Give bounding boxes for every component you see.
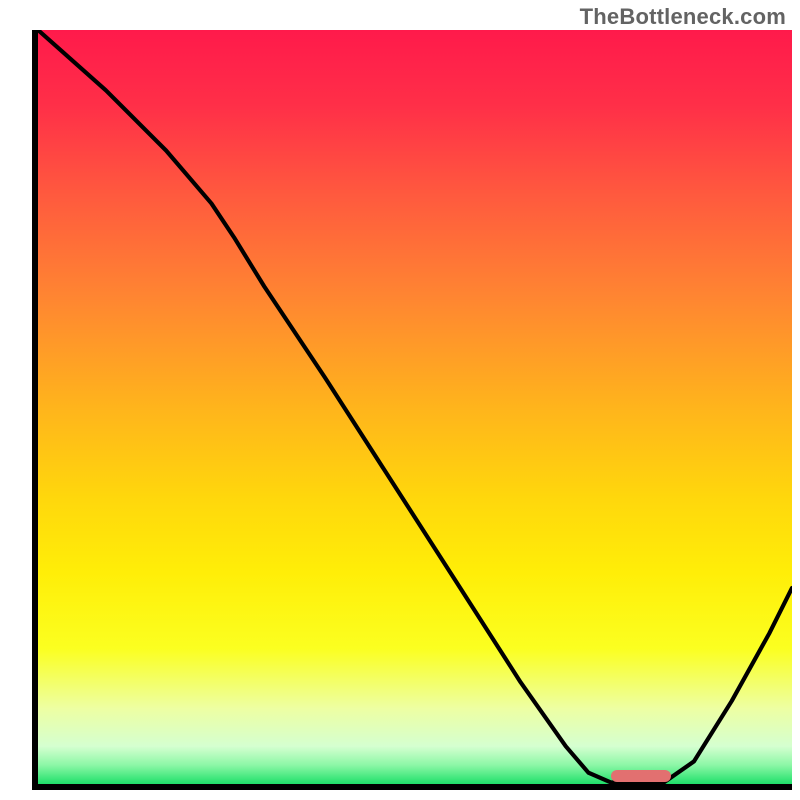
optimal-range-marker xyxy=(611,770,671,782)
chart-frame: TheBottleneck.com xyxy=(0,0,800,800)
bottleneck-curve xyxy=(38,30,792,782)
watermark-text: TheBottleneck.com xyxy=(580,4,786,30)
plot-area xyxy=(32,30,792,790)
curve-layer xyxy=(38,30,792,784)
